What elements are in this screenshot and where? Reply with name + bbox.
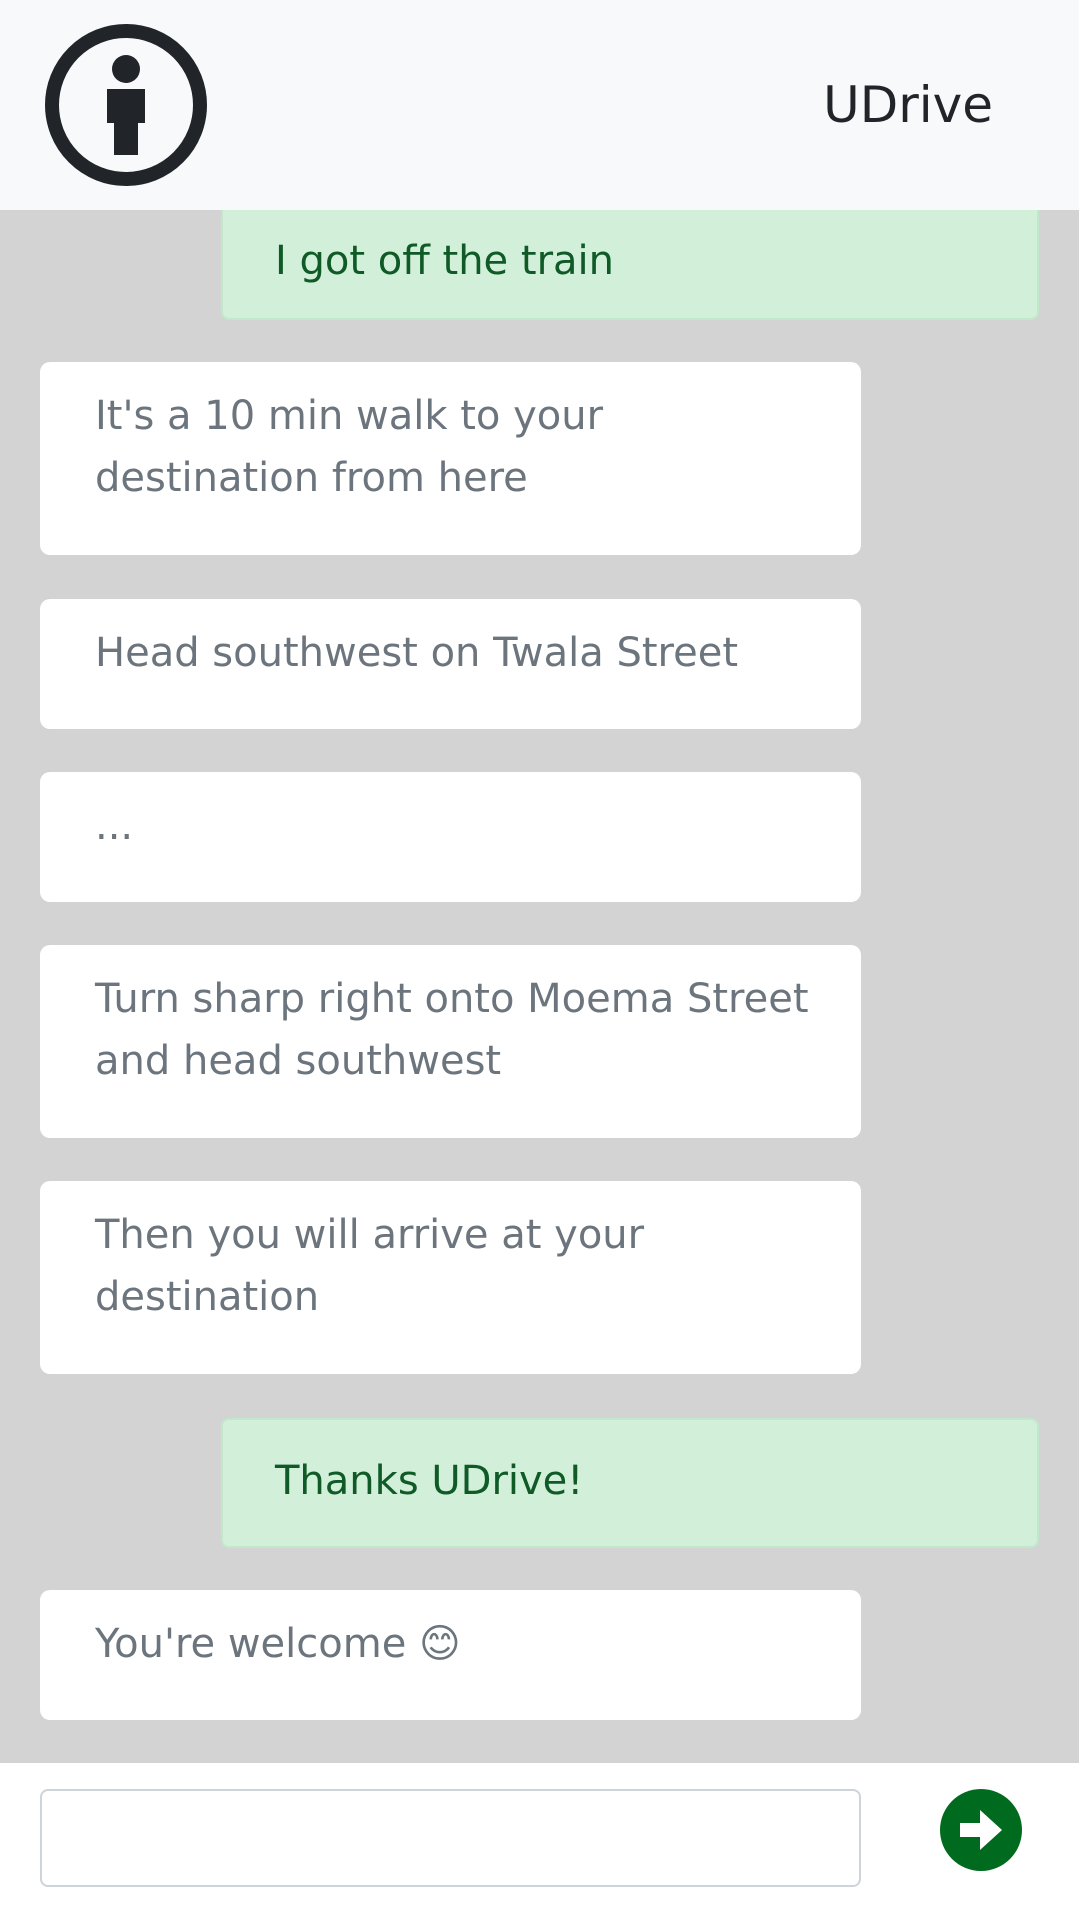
user-message: I got off the train: [221, 210, 1039, 320]
bot-message: Head southwest on Twala Street: [40, 599, 861, 729]
composer-bar: [0, 1763, 1079, 1919]
bot-message: ...: [40, 772, 861, 902]
info-person-icon[interactable]: [44, 23, 208, 187]
app-header: UDrive: [0, 0, 1079, 210]
user-message: Thanks UDrive!: [221, 1418, 1039, 1548]
bot-message: Turn sharp right onto Moema Street and h…: [40, 945, 861, 1138]
bot-message: It's a 10 min walk to your destination f…: [40, 362, 861, 555]
bot-message: You're welcome 😊: [40, 1590, 861, 1720]
message-input[interactable]: [40, 1789, 861, 1887]
app-brand[interactable]: UDrive: [823, 74, 993, 136]
arrow-right-circle-icon: [940, 1789, 1022, 1871]
chat-area[interactable]: I got off the train It's a 10 min walk t…: [0, 210, 1079, 1763]
send-button[interactable]: [940, 1789, 1022, 1871]
bot-message: Then you will arrive at your destination: [40, 1181, 861, 1374]
